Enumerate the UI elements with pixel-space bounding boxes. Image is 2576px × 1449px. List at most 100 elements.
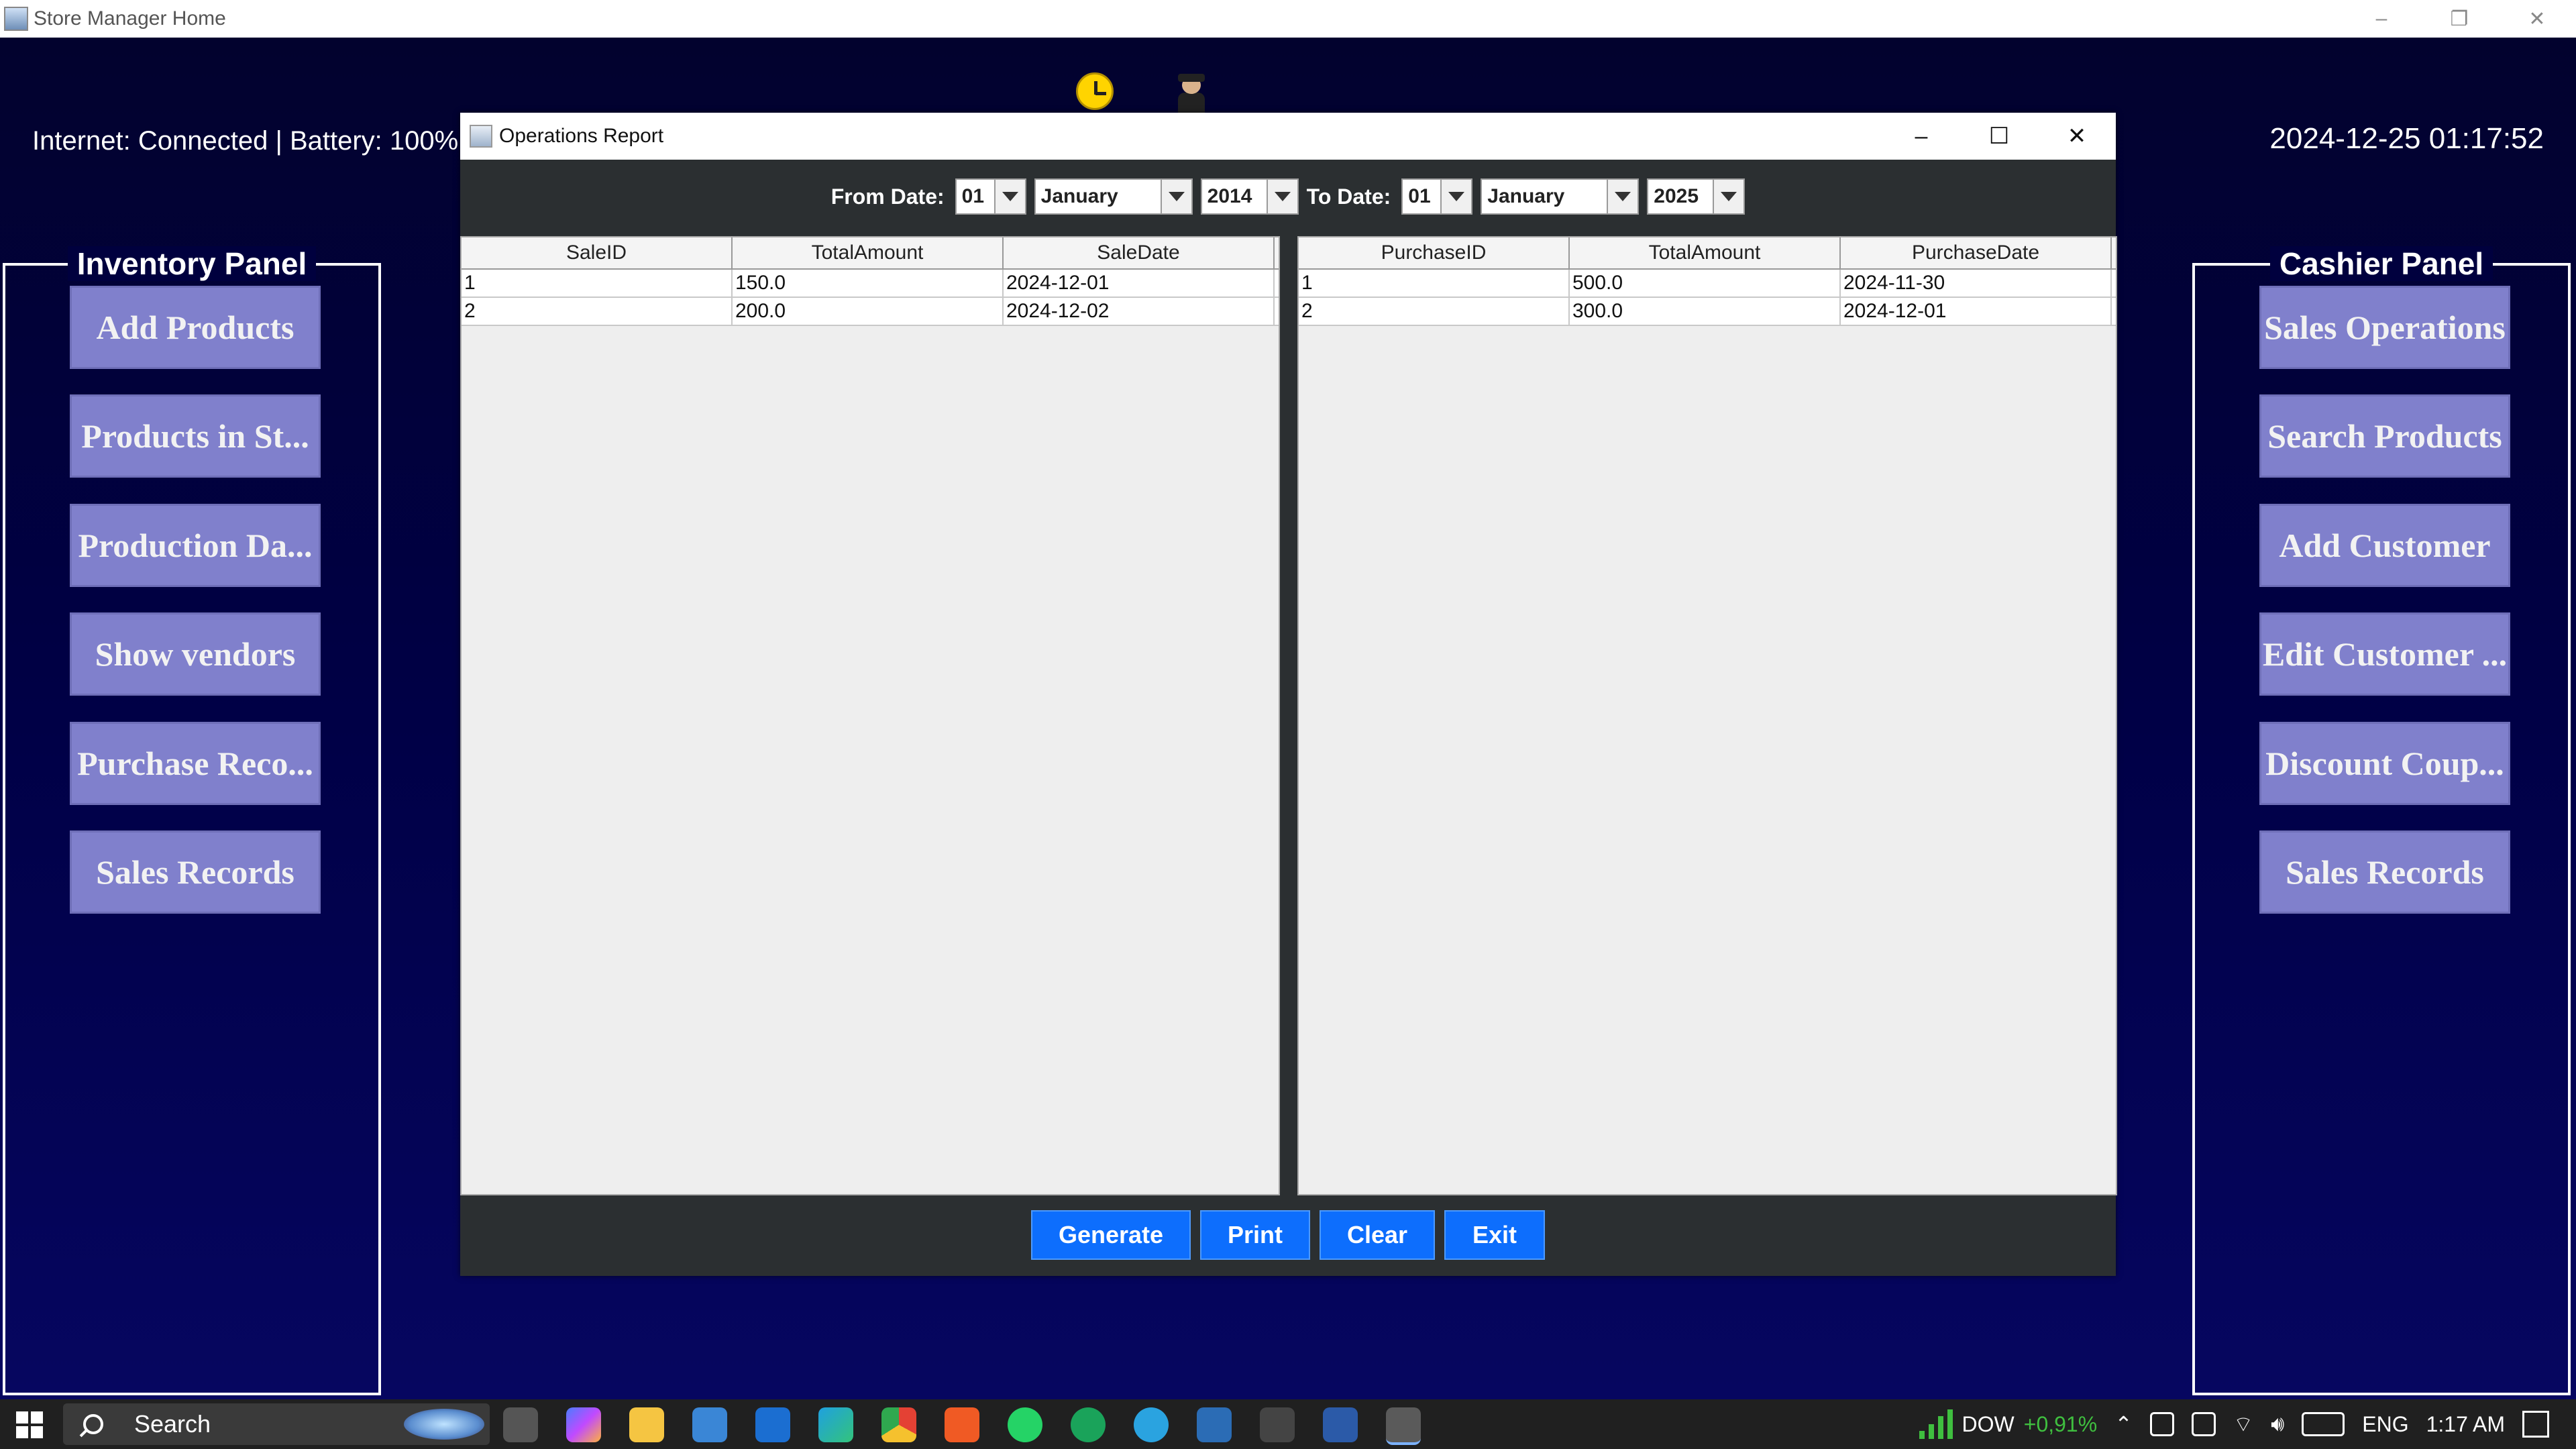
add-products-button[interactable]: Add Products bbox=[70, 286, 321, 369]
main-window-titlebar: Store Manager Home – ❐ ✕ bbox=[0, 0, 2576, 38]
sales-operations-button[interactable]: Sales Operations bbox=[2259, 286, 2510, 369]
notification-icon[interactable] bbox=[2522, 1411, 2549, 1438]
edge-icon[interactable] bbox=[818, 1407, 853, 1442]
add-customer-button[interactable]: Add Customer bbox=[2259, 504, 2510, 587]
cashier-sales-records-button[interactable]: Sales Records bbox=[2259, 830, 2510, 914]
sales-table[interactable]: SaleID TotalAmount SaleDate 1 150.0 2024… bbox=[460, 236, 1280, 1195]
chevron-down-icon[interactable] bbox=[1607, 180, 1638, 213]
stock-widget[interactable]: DOW +0,91% bbox=[1919, 1409, 2098, 1439]
chevron-up-icon[interactable]: ⌃ bbox=[2114, 1411, 2133, 1437]
store-icon[interactable] bbox=[692, 1407, 727, 1442]
dialog-close-button[interactable]: ✕ bbox=[2038, 113, 2116, 160]
from-month-value: January bbox=[1040, 185, 1118, 207]
chevron-down-icon[interactable] bbox=[1440, 180, 1472, 213]
volume-icon[interactable]: 🔊︎ bbox=[2271, 1411, 2284, 1437]
column-header[interactable]: SaleDate bbox=[1004, 237, 1275, 268]
chevron-down-icon[interactable] bbox=[1160, 180, 1191, 213]
word-icon[interactable] bbox=[1323, 1407, 1358, 1442]
main-minimize-button[interactable]: – bbox=[2343, 0, 2420, 38]
java-app-icon[interactable] bbox=[1386, 1407, 1421, 1445]
battery-icon[interactable] bbox=[2191, 1412, 2216, 1436]
user-avatar-icon[interactable] bbox=[1173, 74, 1210, 114]
table-row[interactable]: 2 300.0 2024-12-01 bbox=[1299, 298, 2116, 326]
inventory-panel-title: Inventory Panel bbox=[67, 246, 317, 281]
date-filter-bar: From Date: 01 January 2014 To Date: 01 J… bbox=[460, 160, 2116, 233]
inventory-sales-records-button[interactable]: Sales Records bbox=[70, 830, 321, 914]
purchases-table[interactable]: PurchaseID TotalAmount PurchaseDate 1 50… bbox=[1297, 236, 2117, 1195]
chevron-down-icon[interactable] bbox=[994, 180, 1025, 213]
action-button-bar: Generate Print Clear Exit bbox=[460, 1210, 2116, 1264]
table-cell: 2024-12-02 bbox=[1004, 298, 1275, 325]
table-row[interactable]: 1 500.0 2024-11-30 bbox=[1299, 270, 2116, 298]
clear-button[interactable]: Clear bbox=[1320, 1210, 1435, 1260]
stock-chart-icon bbox=[1919, 1409, 1953, 1439]
sales-table-header: SaleID TotalAmount SaleDate bbox=[462, 237, 1279, 270]
telegram-icon[interactable] bbox=[1134, 1407, 1169, 1442]
table-cell: 2024-12-01 bbox=[1004, 270, 1275, 297]
generate-button[interactable]: Generate bbox=[1031, 1210, 1191, 1260]
column-header[interactable]: PurchaseDate bbox=[1841, 237, 2112, 268]
search-highlight-image bbox=[404, 1409, 484, 1440]
discount-coupons-button[interactable]: Discount Coup... bbox=[2259, 722, 2510, 805]
task-view-icon[interactable] bbox=[503, 1407, 538, 1442]
outlook-icon[interactable] bbox=[755, 1407, 790, 1442]
clock-icon bbox=[1076, 72, 1114, 110]
whatsapp-icon[interactable] bbox=[1008, 1407, 1042, 1442]
taskbar-clock[interactable]: 1:17 AM bbox=[2426, 1412, 2505, 1437]
dialog-titlebar: Operations Report – ☐ ✕ bbox=[460, 113, 2116, 160]
whatsapp-business-icon[interactable] bbox=[1071, 1407, 1106, 1442]
products-in-stock-button[interactable]: Products in St... bbox=[70, 394, 321, 478]
java-app-icon bbox=[4, 7, 28, 31]
from-year-select[interactable]: 2014 bbox=[1200, 178, 1299, 215]
show-vendors-button[interactable]: Show vendors bbox=[70, 612, 321, 696]
to-month-value: January bbox=[1487, 185, 1565, 207]
column-header[interactable]: TotalAmount bbox=[1570, 237, 1841, 268]
main-window-title: Store Manager Home bbox=[34, 7, 226, 30]
wifi-icon[interactable]: ⌔ bbox=[2233, 1411, 2253, 1438]
from-month-select[interactable]: January bbox=[1034, 178, 1193, 215]
table-row[interactable]: 1 150.0 2024-12-01 bbox=[462, 270, 1279, 298]
dsd-icon[interactable] bbox=[1260, 1407, 1295, 1442]
meet-now-icon[interactable] bbox=[2149, 1412, 2174, 1436]
table-cell: 150.0 bbox=[733, 270, 1004, 297]
chevron-down-icon[interactable] bbox=[1713, 180, 1744, 213]
operations-report-dialog: Operations Report – ☐ ✕ From Date: 01 Ja… bbox=[460, 113, 2117, 1276]
app-icon[interactable] bbox=[1197, 1407, 1232, 1442]
main-close-button[interactable]: ✕ bbox=[2498, 0, 2576, 38]
windows-start-icon[interactable] bbox=[16, 1411, 43, 1438]
table-cell: 2 bbox=[1299, 298, 1570, 325]
edit-customer-button[interactable]: Edit Customer ... bbox=[2259, 612, 2510, 696]
production-data-button[interactable]: Production Da... bbox=[70, 504, 321, 587]
dialog-maximize-button[interactable]: ☐ bbox=[1960, 113, 2038, 160]
file-explorer-icon[interactable] bbox=[629, 1407, 664, 1442]
keyboard-icon[interactable] bbox=[2302, 1412, 2345, 1436]
to-day-select[interactable]: 01 bbox=[1401, 178, 1473, 215]
to-year-select[interactable]: 2025 bbox=[1647, 178, 1746, 215]
table-row[interactable]: 2 200.0 2024-12-02 bbox=[462, 298, 1279, 326]
cashier-panel-title: Cashier Panel bbox=[2269, 246, 2493, 281]
main-restore-button[interactable]: ❐ bbox=[2420, 0, 2498, 38]
table-cell: 1 bbox=[1299, 270, 1570, 297]
datetime-display: 2024-12-25 01:17:52 bbox=[2269, 122, 2544, 155]
exit-button[interactable]: Exit bbox=[1444, 1210, 1545, 1260]
to-month-select[interactable]: January bbox=[1481, 178, 1640, 215]
dow-change: +0,91% bbox=[2023, 1411, 2098, 1436]
copilot-icon[interactable] bbox=[566, 1407, 601, 1442]
table-cell: 300.0 bbox=[1570, 298, 1841, 325]
brave-icon[interactable] bbox=[945, 1407, 979, 1442]
from-day-select[interactable]: 01 bbox=[955, 178, 1026, 215]
taskbar-search-box[interactable]: Search bbox=[63, 1403, 490, 1445]
chevron-down-icon[interactable] bbox=[1266, 180, 1297, 213]
table-cell: 2024-12-01 bbox=[1841, 298, 2112, 325]
language-indicator[interactable]: ENG bbox=[2362, 1412, 2408, 1437]
print-button[interactable]: Print bbox=[1200, 1210, 1310, 1260]
chrome-icon[interactable] bbox=[881, 1407, 916, 1442]
dialog-title: Operations Report bbox=[499, 125, 664, 147]
purchase-records-button[interactable]: Purchase Reco... bbox=[70, 722, 321, 805]
dialog-minimize-button[interactable]: – bbox=[1882, 113, 1960, 160]
search-products-button[interactable]: Search Products bbox=[2259, 394, 2510, 478]
column-header[interactable]: TotalAmount bbox=[733, 237, 1004, 268]
column-header[interactable]: PurchaseID bbox=[1299, 237, 1570, 268]
windows-taskbar: Search DOW +0,91% ⌃ ⌔ 🔊︎ ENG 1:17 AM bbox=[0, 1399, 2576, 1449]
column-header[interactable]: SaleID bbox=[462, 237, 733, 268]
